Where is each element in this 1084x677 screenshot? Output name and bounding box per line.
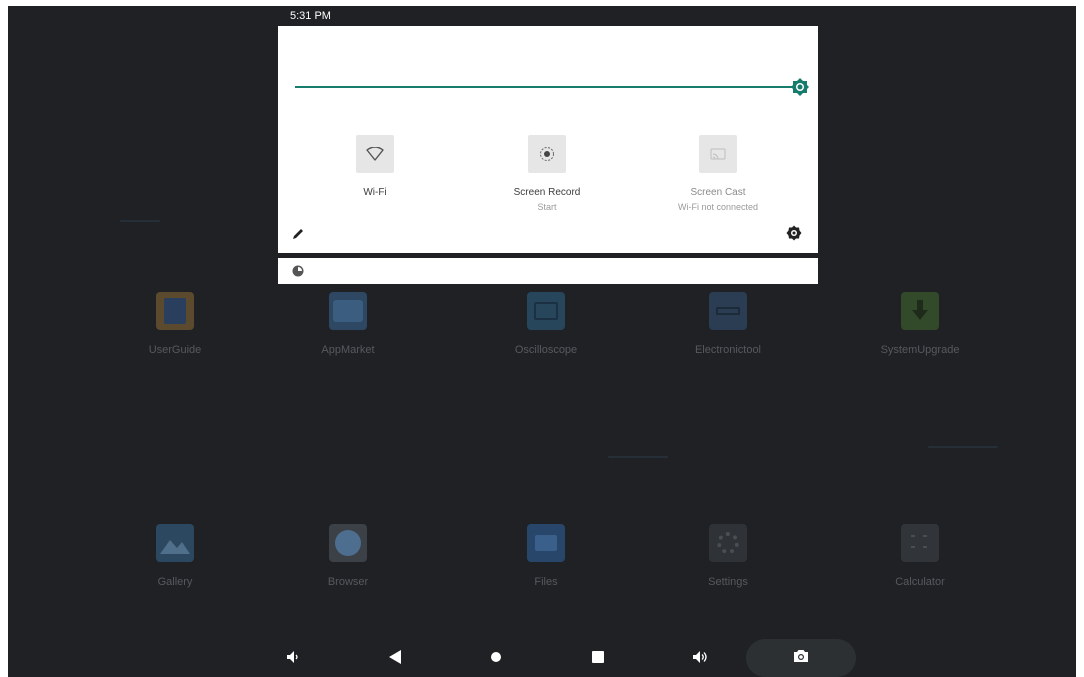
camera-icon	[793, 649, 809, 668]
app-label: AppMarket	[321, 344, 375, 356]
app-label: UserGuide	[148, 344, 202, 356]
decorative-line	[928, 446, 998, 448]
tile-sublabel: Start	[537, 202, 557, 212]
calculator-tool-icon	[709, 292, 747, 330]
app-appmarket[interactable]: AppMarket	[278, 292, 418, 356]
brightness-thumb-icon[interactable]	[790, 77, 810, 97]
app-oscilloscope[interactable]: Oscilloscope	[476, 292, 616, 356]
app-label: Files	[534, 576, 558, 588]
app-calculator[interactable]: Calculator	[850, 524, 990, 588]
folder-icon	[527, 524, 565, 562]
app-label: Browser	[327, 576, 369, 588]
navigation-bar	[8, 636, 1076, 677]
tile-screen-record[interactable]: Screen Record Start	[462, 135, 632, 212]
pencil-icon[interactable]	[290, 226, 306, 242]
screen-cast-icon	[699, 135, 737, 173]
app-notification-icon	[292, 264, 306, 278]
app-browser[interactable]: Browser	[278, 524, 418, 588]
app-label: Calculator	[895, 576, 945, 588]
calculator-icon	[901, 524, 939, 562]
decorative-line	[120, 220, 160, 222]
oscilloscope-icon	[527, 292, 565, 330]
tile-screen-cast[interactable]: Screen Cast Wi-Fi not connected	[633, 135, 803, 212]
tile-wifi[interactable]: Wi-Fi	[290, 135, 460, 198]
decorative-line	[608, 456, 668, 458]
wifi-icon	[356, 135, 394, 173]
device-screen: UserGuide AppMarket Oscilloscope Electro…	[8, 6, 1076, 677]
volume-up-icon[interactable]	[691, 648, 709, 666]
screenshot-button[interactable]	[746, 639, 856, 677]
app-gallery[interactable]: Gallery	[105, 524, 245, 588]
tile-label: Screen Record	[513, 187, 581, 198]
app-userguide[interactable]: UserGuide	[105, 292, 245, 356]
app-electronictool[interactable]: Electronictool	[658, 292, 798, 356]
app-label: Electronictool	[694, 344, 762, 356]
gear-icon[interactable]	[786, 225, 802, 241]
gear-icon	[709, 524, 747, 562]
tile-label: Wi-Fi	[363, 187, 387, 198]
tile-label: Screen Cast	[690, 187, 746, 198]
recents-icon[interactable]	[589, 648, 607, 666]
brightness-slider[interactable]	[295, 86, 795, 88]
app-settings[interactable]: Settings	[658, 524, 798, 588]
app-label: Gallery	[157, 576, 193, 588]
app-label: Oscilloscope	[514, 344, 578, 356]
home-icon[interactable]	[487, 648, 505, 666]
globe-icon	[329, 524, 367, 562]
app-label: SystemUpgrade	[880, 344, 960, 356]
app-files[interactable]: Files	[476, 524, 616, 588]
tile-sublabel: Wi-Fi not connected	[677, 202, 759, 212]
back-icon[interactable]	[386, 648, 404, 666]
screen-record-icon	[528, 135, 566, 173]
download-arrow-icon	[901, 292, 939, 330]
quick-settings-panel: Wi-Fi Screen Record Start Screen Cast Wi…	[278, 26, 818, 253]
book-icon	[156, 292, 194, 330]
app-label: Settings	[708, 576, 748, 588]
notification-row[interactable]	[278, 258, 818, 284]
store-icon	[329, 292, 367, 330]
app-systemupgrade[interactable]: SystemUpgrade	[850, 292, 990, 356]
volume-down-icon[interactable]	[284, 648, 302, 666]
status-bar-time: 5:31 PM	[290, 10, 331, 22]
image-icon	[156, 524, 194, 562]
